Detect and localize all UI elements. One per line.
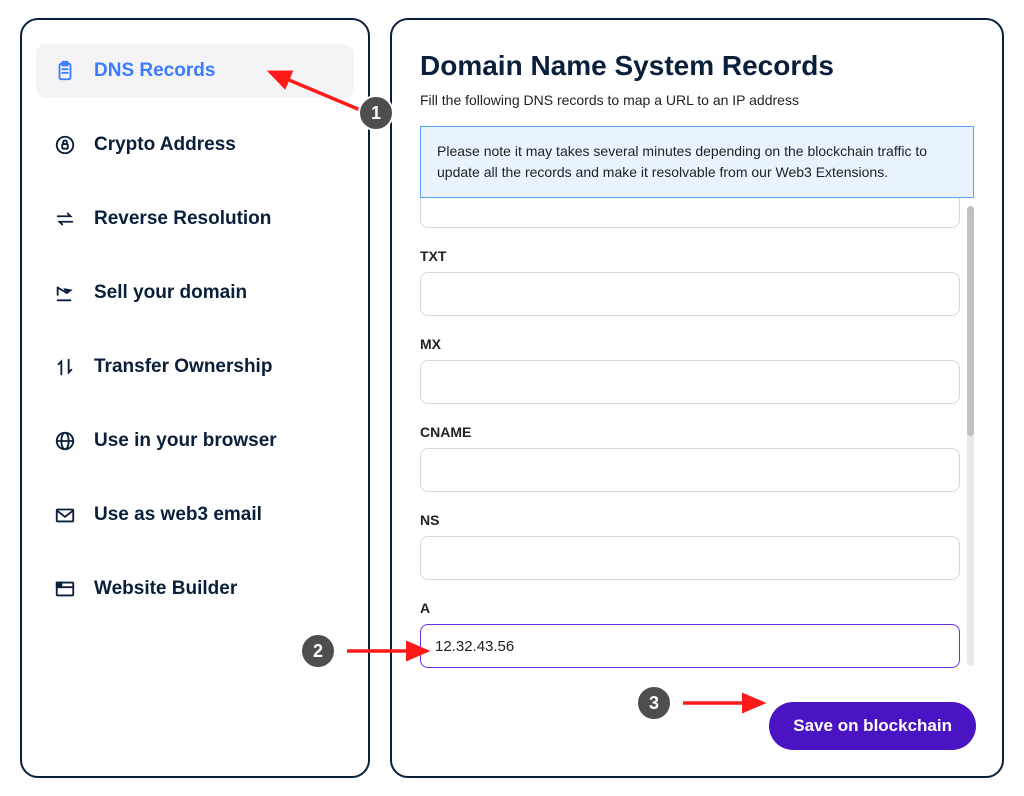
globe-icon: [54, 430, 76, 452]
annotation-step-3: 3: [636, 685, 672, 721]
field-label-ns: NS: [420, 512, 960, 528]
sidebar-item-label: Use in your browser: [94, 430, 277, 452]
sidebar-item-label: Transfer Ownership: [94, 356, 272, 378]
sidebar-item-label: Website Builder: [94, 578, 237, 600]
partial-prev-input[interactable]: [420, 198, 960, 228]
annotation-arrow-2: [342, 636, 442, 666]
annotation-arrow-1: [255, 62, 375, 122]
mx-input[interactable]: [420, 360, 960, 404]
txt-input[interactable]: [420, 272, 960, 316]
sidebar-item-label: DNS Records: [94, 60, 215, 82]
sidebar-item-sell-domain[interactable]: Sell your domain: [36, 266, 354, 320]
field-label-mx: MX: [420, 336, 960, 352]
annotation-arrow-3: [678, 688, 778, 718]
clipboard-icon: [54, 60, 76, 82]
sidebar-item-label: Crypto Address: [94, 134, 236, 156]
updown-icon: [54, 356, 76, 378]
sidebar-item-use-browser[interactable]: Use in your browser: [36, 414, 354, 468]
notice-banner: Please note it may takes several minutes…: [420, 126, 974, 198]
save-on-blockchain-button[interactable]: Save on blockchain: [769, 702, 976, 750]
sidebar-item-label: Sell your domain: [94, 282, 247, 304]
swap-icon: [54, 208, 76, 230]
sidebar-item-web3-email[interactable]: Use as web3 email: [36, 488, 354, 542]
field-label-cname: CNAME: [420, 424, 960, 440]
page-subtitle: Fill the following DNS records to map a …: [420, 92, 974, 108]
main-panel: Domain Name System Records Fill the foll…: [390, 18, 1004, 778]
form-area: TXT MX CNAME NS A: [420, 198, 974, 756]
cname-input[interactable]: [420, 448, 960, 492]
field-label-txt: TXT: [420, 248, 960, 264]
sidebar-item-transfer-ownership[interactable]: Transfer Ownership: [36, 340, 354, 394]
a-input[interactable]: [420, 624, 960, 668]
annotation-step-1: 1: [358, 95, 394, 131]
mail-icon: [54, 504, 76, 526]
sidebar-item-crypto-address[interactable]: Crypto Address: [36, 118, 354, 172]
field-label-a: A: [420, 600, 960, 616]
scrollbar-thumb[interactable]: [967, 206, 974, 436]
sidebar-item-label: Reverse Resolution: [94, 208, 271, 230]
annotation-step-2: 2: [300, 633, 336, 669]
ns-input[interactable]: [420, 536, 960, 580]
page-title: Domain Name System Records: [420, 50, 974, 82]
sidebar-item-website-builder[interactable]: Website Builder: [36, 562, 354, 616]
sidebar-item-reverse-resolution[interactable]: Reverse Resolution: [36, 192, 354, 246]
lock-circle-icon: [54, 134, 76, 156]
layout-icon: [54, 578, 76, 600]
share-icon: [54, 282, 76, 304]
sidebar-item-label: Use as web3 email: [94, 504, 262, 526]
